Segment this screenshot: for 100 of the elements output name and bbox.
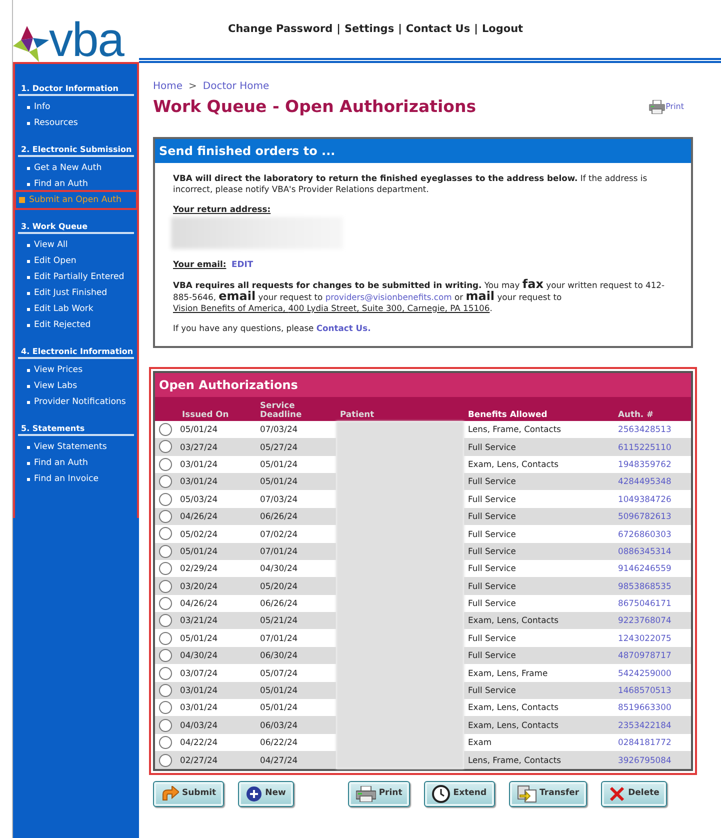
radio-button[interactable] xyxy=(159,580,172,593)
auth-link[interactable]: 2563428513 xyxy=(618,424,672,434)
table-cell: Full Service xyxy=(464,682,614,700)
table-cell: 03/01/24 xyxy=(176,699,256,716)
email-link[interactable]: providers@visionbenefits.com xyxy=(325,292,452,302)
sidebar-item[interactable]: View Prices xyxy=(18,362,134,378)
link-separator: | xyxy=(398,22,402,37)
radio-button[interactable] xyxy=(159,458,172,471)
table-cell: 05/02/24 xyxy=(176,525,256,543)
sidebar-item[interactable]: Edit Rejected xyxy=(18,317,134,333)
sidebar-item[interactable]: Edit Open xyxy=(18,253,134,269)
radio-button[interactable] xyxy=(159,527,172,540)
auth-link[interactable]: 6726860303 xyxy=(618,528,672,539)
address-link[interactable]: Vision Benefits of America, xyxy=(173,302,288,313)
table-cell: 06/22/24 xyxy=(256,734,336,752)
address-link[interactable]: 400 Lydia Street, Suite 300, Carnegie, PA 15106 xyxy=(288,302,490,313)
sidebar-item[interactable]: Find an Auth xyxy=(18,176,134,192)
sidebar-item[interactable]: Resources xyxy=(18,115,134,131)
table-cell: 07/01/24 xyxy=(256,629,336,647)
radio-button[interactable] xyxy=(159,666,172,680)
sidebar-item[interactable]: Provider Notifications xyxy=(18,394,134,410)
radio-button[interactable] xyxy=(159,649,172,662)
sidebar-item[interactable]: View Labs xyxy=(18,378,134,394)
top-link[interactable]: Logout xyxy=(482,22,524,38)
table-cell: 05/01/24 xyxy=(256,699,336,716)
transfer-button[interactable]: Transfer xyxy=(508,780,588,807)
delete-button[interactable]: Delete xyxy=(601,780,668,807)
auth-link[interactable]: 1049384726 xyxy=(618,494,672,504)
auth-link[interactable]: 8675046171 xyxy=(618,598,672,608)
sidebar-item[interactable]: Info xyxy=(18,99,134,115)
column-header: Service Deadline xyxy=(256,396,336,421)
sidebar-heading: 1. Doctor Information xyxy=(18,84,134,96)
breadcrumb-link[interactable]: Doctor Home xyxy=(202,79,270,94)
radio-button[interactable] xyxy=(159,492,172,506)
sidebar-item[interactable]: Edit Partially Entered xyxy=(18,269,134,285)
delete-icon xyxy=(609,786,626,802)
table-cell: Full Service xyxy=(464,577,614,595)
table-cell: Lens, Frame, Contacts xyxy=(464,751,614,769)
sidebar-item[interactable]: Find an Invoice xyxy=(18,471,134,487)
radio-button[interactable] xyxy=(159,632,172,645)
contact-link[interactable]: Contact Us. xyxy=(316,322,371,333)
table-cell: 05/01/24 xyxy=(176,420,256,438)
auth-link[interactable]: 1243022075 xyxy=(618,632,672,643)
table-cell: Full Service xyxy=(464,490,614,508)
sidebar-item[interactable]: Get a New Auth xyxy=(18,160,134,176)
auth-link[interactable]: 9146246559 xyxy=(618,563,672,574)
auth-link[interactable]: 8519663300 xyxy=(618,702,672,712)
radio-button[interactable] xyxy=(159,475,172,488)
email-label: Your email: xyxy=(173,258,226,269)
table-cell: 04/27/24 xyxy=(256,751,336,769)
print-link[interactable]: Print xyxy=(648,100,684,114)
sidebar-item[interactable]: View Statements xyxy=(18,439,134,455)
print-button[interactable]: Print xyxy=(348,780,410,807)
column-header: Benefits Allowed xyxy=(464,396,614,421)
logo[interactable]: vba xyxy=(13,10,148,62)
table-cell: 05/20/24 xyxy=(256,577,336,595)
top-link[interactable]: Contact Us xyxy=(406,22,470,38)
radio-button[interactable] xyxy=(159,440,172,454)
auth-link[interactable]: 0284181772 xyxy=(618,737,672,748)
radio-button[interactable] xyxy=(159,510,172,524)
breadcrumb-link[interactable]: Home xyxy=(153,79,183,94)
sidebar-item[interactable]: Edit Just Finished xyxy=(18,285,134,301)
table-cell: 05/27/24 xyxy=(256,438,336,456)
table-cell: 04/30/24 xyxy=(256,560,336,578)
table-cell: 05/03/24 xyxy=(176,490,256,508)
radio-button[interactable] xyxy=(159,614,172,628)
new-button[interactable]: New xyxy=(238,780,294,807)
radio-button[interactable] xyxy=(159,701,172,714)
radio-button[interactable] xyxy=(159,684,172,697)
sidebar-heading: 3. Work Queue xyxy=(18,222,134,234)
radio-button[interactable] xyxy=(159,423,172,436)
table-cell: 06/26/24 xyxy=(256,508,336,526)
radio-button[interactable] xyxy=(159,544,172,558)
radio-button[interactable] xyxy=(159,597,172,610)
clock-icon xyxy=(432,784,450,803)
extend-button[interactable]: Extend xyxy=(424,780,495,807)
auth-link[interactable]: 1948359762 xyxy=(618,458,672,469)
sidebar-item[interactable]: Find an Auth xyxy=(18,455,134,471)
radio-button[interactable] xyxy=(159,736,172,750)
column-header: Patient xyxy=(336,396,464,421)
table-cell: 04/26/24 xyxy=(176,508,256,526)
table-cell: 06/30/24 xyxy=(256,646,336,664)
table-cell: 03/01/24 xyxy=(176,472,256,490)
radio-button[interactable] xyxy=(159,562,172,576)
table-cell: Full Service xyxy=(464,542,614,560)
table-cell: 05/01/24 xyxy=(256,682,336,700)
table-cell: 04/03/24 xyxy=(176,716,256,734)
sidebar-heading: 5. Statements xyxy=(18,424,134,436)
top-link[interactable]: Change Password xyxy=(228,22,333,38)
table-cell: Exam xyxy=(464,734,614,752)
table-cell: Exam, Lens, Frame xyxy=(464,664,614,682)
sidebar-item[interactable]: Edit Lab Work xyxy=(18,301,134,317)
column-header: Issued On xyxy=(176,396,256,421)
top-link[interactable]: Settings xyxy=(344,22,394,38)
radio-button[interactable] xyxy=(159,718,172,732)
submit-button[interactable]: Submit xyxy=(153,780,224,807)
auth-link[interactable]: 5424259000 xyxy=(618,668,672,678)
edit-link[interactable]: EDIT xyxy=(232,258,254,269)
sidebar-item[interactable]: View All xyxy=(18,237,134,253)
radio-button[interactable] xyxy=(159,754,172,767)
